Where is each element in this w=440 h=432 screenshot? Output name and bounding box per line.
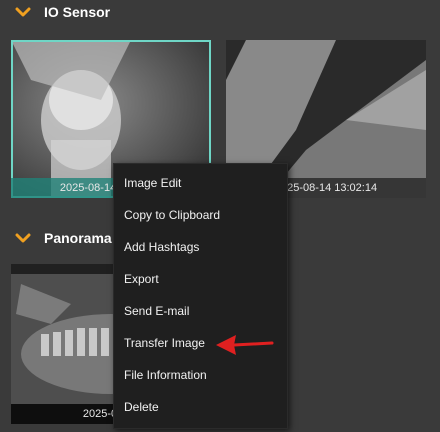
menu-item-image-edit[interactable]: Image Edit xyxy=(114,167,287,199)
menu-item-send-email[interactable]: Send E-mail xyxy=(114,295,287,327)
section-header-panorama[interactable]: Panorama xyxy=(0,226,112,250)
section-header-io-sensor[interactable]: IO Sensor xyxy=(0,0,110,24)
chevron-down-icon[interactable] xyxy=(12,231,34,245)
menu-item-export[interactable]: Export xyxy=(114,263,287,295)
menu-item-delete[interactable]: Delete xyxy=(114,391,287,423)
section-title: Panorama xyxy=(44,230,112,246)
red-arrow-icon xyxy=(216,335,274,355)
menu-item-copy-to-clipboard[interactable]: Copy to Clipboard xyxy=(114,199,287,231)
menu-item-add-hashtags[interactable]: Add Hashtags xyxy=(114,231,287,263)
menu-item-file-information[interactable]: File Information xyxy=(114,359,287,391)
section-title: IO Sensor xyxy=(44,4,111,20)
context-menu: Image Edit Copy to Clipboard Add Hashtag… xyxy=(113,163,288,429)
chevron-down-icon[interactable] xyxy=(12,5,34,19)
